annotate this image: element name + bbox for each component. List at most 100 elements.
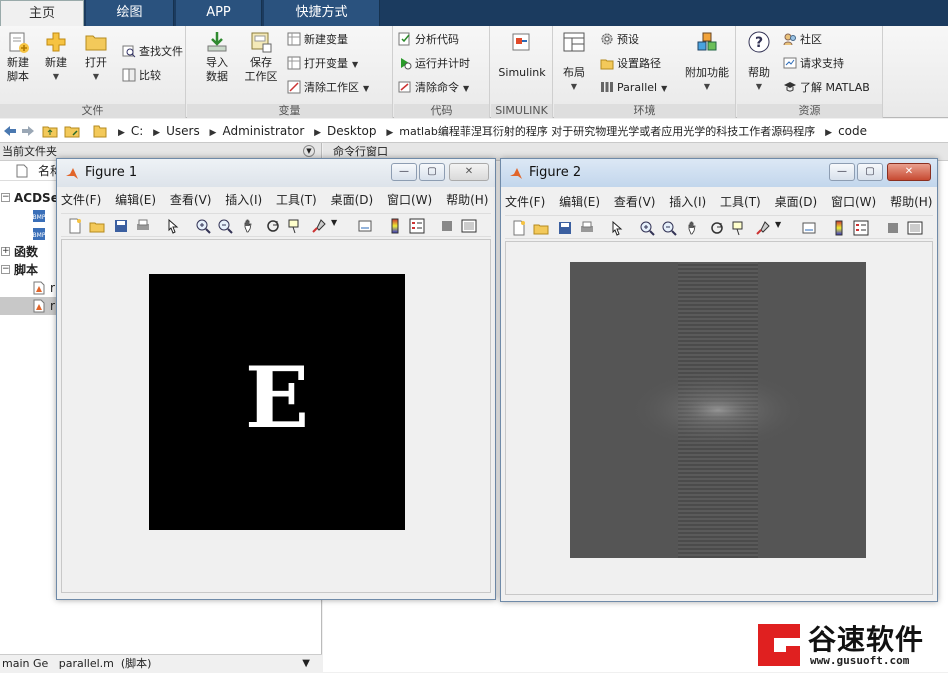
brush-icon[interactable] — [755, 220, 771, 236]
simulink-button[interactable]: Simulink — [495, 30, 549, 80]
find-files-button[interactable]: 查找文件 — [122, 42, 183, 62]
up-folder-icon[interactable] — [42, 123, 58, 139]
save-icon[interactable] — [113, 218, 129, 234]
save-icon[interactable] — [557, 220, 573, 236]
data-cursor-icon[interactable] — [731, 220, 747, 236]
collapse-icon[interactable]: − — [1, 265, 10, 274]
zoom-in-icon[interactable] — [639, 220, 655, 236]
minimize-button[interactable]: — — [391, 163, 417, 181]
analyze-code-button[interactable]: 分析代码 — [398, 30, 459, 50]
pan-hand-icon[interactable] — [685, 220, 701, 236]
rotate-3d-icon[interactable] — [265, 218, 281, 234]
breadcrumb-item[interactable]: Desktop — [327, 124, 377, 138]
menu-insert[interactable]: 插入(I) — [669, 195, 706, 209]
new-variable-button[interactable]: 新建变量 — [287, 30, 348, 50]
legend-icon[interactable] — [409, 218, 425, 234]
addons-button[interactable]: 附加功能 ▼ — [682, 30, 732, 94]
minimize-button[interactable]: — — [829, 163, 855, 181]
menu-edit[interactable]: 编辑(E) — [559, 195, 600, 209]
menu-window[interactable]: 窗口(W) — [387, 193, 432, 207]
clear-commands-button[interactable]: 清除命令 ▼ — [398, 78, 469, 98]
tab-apps[interactable]: APP — [176, 0, 262, 26]
details-bar[interactable]: main Ge parallel.m (脚本) ▼ — [0, 654, 322, 672]
image-axes[interactable]: E — [149, 274, 405, 530]
show-plot-tools-icon[interactable] — [907, 220, 923, 236]
zoom-out-icon[interactable] — [217, 218, 233, 234]
rotate-3d-icon[interactable] — [709, 220, 725, 236]
chevron-down-icon[interactable]: ▼ — [331, 218, 337, 227]
pointer-icon[interactable] — [165, 218, 181, 234]
breadcrumb-item[interactable]: C: — [131, 124, 143, 138]
new-script-button[interactable]: 新建 脚本 — [0, 30, 36, 84]
learn-matlab-button[interactable]: 了解 MATLAB — [783, 78, 870, 98]
menu-desktop[interactable]: 桌面(D) — [775, 195, 818, 209]
menu-tools[interactable]: 工具(T) — [720, 195, 761, 209]
new-figure-icon[interactable] — [511, 220, 527, 236]
chevron-down-icon[interactable]: ▼ — [302, 655, 310, 673]
zoom-in-icon[interactable] — [195, 218, 211, 234]
diffraction-pattern-image[interactable] — [570, 262, 866, 558]
run-and-time-button[interactable]: 运行并计时 — [398, 54, 470, 74]
link-plot-icon[interactable] — [357, 218, 373, 234]
print-icon[interactable] — [135, 218, 151, 234]
legend-icon[interactable] — [853, 220, 869, 236]
expand-icon[interactable]: + — [1, 247, 10, 256]
open-button[interactable]: 打开 ▼ — [78, 30, 114, 84]
menu-help[interactable]: 帮助(H) — [446, 193, 488, 207]
pointer-icon[interactable] — [609, 220, 625, 236]
colorbar-icon[interactable] — [831, 220, 847, 236]
data-cursor-icon[interactable] — [287, 218, 303, 234]
colorbar-icon[interactable] — [387, 218, 403, 234]
open-file-icon[interactable] — [533, 220, 549, 236]
menu-view[interactable]: 查看(V) — [170, 193, 212, 207]
menu-window[interactable]: 窗口(W) — [831, 195, 876, 209]
help-button[interactable]: ? 帮助 ▼ — [741, 30, 777, 94]
preferences-button[interactable]: 预设 — [600, 30, 639, 50]
hide-plot-tools-icon[interactable] — [439, 218, 455, 234]
new-figure-icon[interactable] — [67, 218, 83, 234]
breadcrumb[interactable]: ▶ C: ▶ Users ▶ Administrator ▶ Desktop ▶ matl… — [112, 119, 867, 143]
open-variable-button[interactable]: 打开变量 ▼ — [287, 54, 358, 74]
figure-1-window[interactable]: Figure 1 — ▢ ✕ 文件(F) 编辑(E) 查看(V) 插入(I) 工… — [56, 158, 512, 600]
figure-1-canvas[interactable]: E — [61, 239, 491, 593]
figure-1-title-bar[interactable]: Figure 1 — ▢ ✕ — [57, 159, 495, 187]
open-file-icon[interactable] — [89, 218, 105, 234]
pan-hand-icon[interactable] — [241, 218, 257, 234]
close-button[interactable]: ✕ — [887, 163, 931, 181]
menu-file[interactable]: 文件(F) — [61, 193, 101, 207]
menu-help[interactable]: 帮助(H) — [890, 195, 932, 209]
maximize-button[interactable]: ▢ — [419, 163, 445, 181]
breadcrumb-item[interactable]: matlab编程菲涅耳衍射的程序 对于研究物理光学或者应用光学的科技工作者源码程… — [399, 125, 815, 138]
tab-home[interactable]: 主页 — [0, 0, 84, 26]
zoom-out-icon[interactable] — [661, 220, 677, 236]
figure-2-title-bar[interactable]: Figure 2 — ▢ ✕ — [501, 159, 937, 187]
hide-plot-tools-icon[interactable] — [885, 220, 901, 236]
menu-desktop[interactable]: 桌面(D) — [331, 193, 374, 207]
print-icon[interactable] — [579, 220, 595, 236]
menu-edit[interactable]: 编辑(E) — [115, 193, 156, 207]
tab-plots[interactable]: 绘图 — [86, 0, 174, 26]
close-button[interactable]: ✕ — [449, 163, 489, 181]
panel-actions-icon[interactable]: ▼ — [303, 145, 315, 157]
maximize-button[interactable]: ▢ — [857, 163, 883, 181]
new-button[interactable]: 新建 ▼ — [38, 30, 74, 84]
tab-shortcuts[interactable]: 快捷方式 — [264, 0, 380, 26]
link-plot-icon[interactable] — [801, 220, 817, 236]
menu-insert[interactable]: 插入(I) — [225, 193, 262, 207]
menu-tools[interactable]: 工具(T) — [276, 193, 317, 207]
parallel-button[interactable]: Parallel ▼ — [600, 78, 667, 98]
menu-file[interactable]: 文件(F) — [505, 195, 545, 209]
show-plot-tools-icon[interactable] — [461, 218, 477, 234]
forward-arrow-icon[interactable] — [20, 123, 36, 139]
figure-2-window[interactable]: Figure 2 — ▢ ✕ 文件(F) 编辑(E) 查看(V) 插入(I) 工… — [500, 158, 948, 602]
clear-workspace-button[interactable]: 清除工作区 ▼ — [287, 78, 369, 98]
set-path-button[interactable]: 设置路径 — [600, 54, 661, 74]
brush-icon[interactable] — [311, 218, 327, 234]
breadcrumb-item[interactable]: Administrator — [222, 124, 304, 138]
save-workspace-button[interactable]: 保存 工作区 — [241, 30, 281, 84]
menu-view[interactable]: 查看(V) — [614, 195, 656, 209]
import-data-button[interactable]: 导入 数据 — [199, 30, 235, 84]
compare-button[interactable]: 比较 — [122, 66, 161, 86]
chevron-down-icon[interactable]: ▼ — [775, 220, 781, 229]
collapse-icon[interactable]: − — [1, 193, 10, 202]
